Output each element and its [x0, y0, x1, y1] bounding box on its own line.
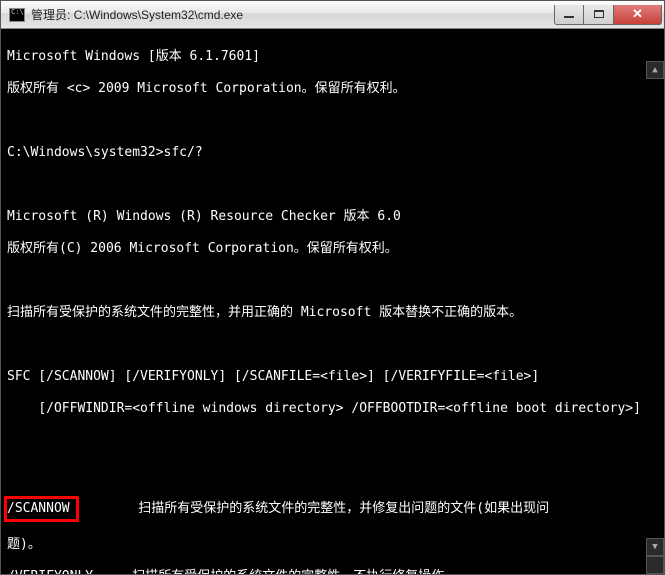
output-line: /VERIFYONLY 扫描所有受保护的系统文件的完整性。不执行修复操作。 [7, 569, 658, 574]
cmd-icon [9, 8, 25, 22]
output-text: 扫描所有受保护的系统文件的完整性，并修复出问题的文件(如果出现问 [76, 501, 549, 516]
output-line [7, 177, 658, 193]
scroll-up-button[interactable]: ▲ [646, 61, 664, 79]
output-line [7, 433, 658, 449]
output-line: C:\Windows\system32>sfc/? [7, 145, 658, 161]
output-line: Microsoft (R) Windows (R) Resource Check… [7, 209, 658, 225]
minimize-icon [564, 16, 574, 18]
titlebar[interactable]: 管理员: C:\Windows\System32\cmd.exe ✕ [1, 1, 664, 29]
output-line [7, 113, 658, 129]
maximize-button[interactable] [584, 5, 614, 25]
output-line [7, 465, 658, 481]
maximize-icon [594, 10, 604, 18]
resize-grip[interactable] [646, 556, 664, 574]
output-line: 版权所有 <c> 2009 Microsoft Corporation。保留所有… [7, 81, 658, 97]
output-line [7, 273, 658, 289]
close-button[interactable]: ✕ [614, 5, 662, 25]
output-line [7, 337, 658, 353]
scrollbar[interactable]: ▲ ▼ [646, 29, 664, 574]
output-line: 题)。 [7, 537, 658, 553]
cmd-window: 管理员: C:\Windows\System32\cmd.exe ✕ Micro… [0, 0, 665, 575]
close-icon: ✕ [632, 6, 643, 22]
scroll-down-button[interactable]: ▼ [646, 538, 664, 556]
highlight-scannow-option: /SCANNOW [7, 499, 76, 519]
output-line: 扫描所有受保护的系统文件的完整性，并用正确的 Microsoft 版本替换不正确… [7, 305, 658, 321]
minimize-button[interactable] [554, 5, 584, 25]
window-controls: ✕ [554, 5, 662, 25]
window-title: 管理员: C:\Windows\System32\cmd.exe [31, 6, 554, 23]
output-line: [/OFFWINDIR=<offline windows directory> … [7, 401, 658, 417]
output-line: SFC [/SCANNOW] [/VERIFYONLY] [/SCANFILE=… [7, 369, 658, 385]
output-line: Microsoft Windows [版本 6.1.7601] [7, 49, 658, 65]
output-line: 版权所有(C) 2006 Microsoft Corporation。保留所有权… [7, 241, 658, 257]
terminal-output[interactable]: Microsoft Windows [版本 6.1.7601] 版权所有 <c>… [1, 29, 664, 574]
output-line: /SCANNOW 扫描所有受保护的系统文件的完整性，并修复出问题的文件(如果出现… [7, 497, 658, 521]
